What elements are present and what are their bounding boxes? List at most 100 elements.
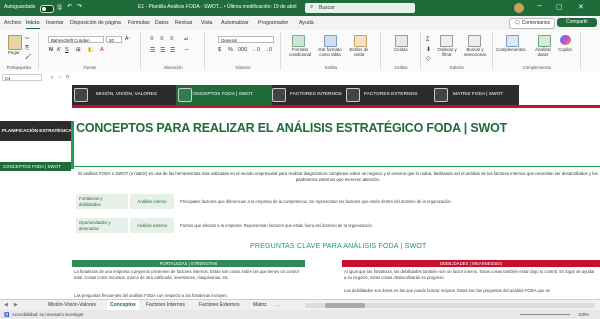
find-select-icon[interactable] [468,35,481,47]
minimize-icon[interactable]: ─ [537,3,542,10]
addins-label[interactable]: Complementos [496,47,526,52]
sort-filter-label[interactable]: Ordenar y filtrar [435,47,459,57]
italic-icon[interactable]: K [57,47,61,53]
menu-archivo[interactable]: Archivo [4,20,21,26]
wrap-text-icon[interactable]: ↵ [184,36,189,43]
align-left-icon[interactable]: ☰ [150,47,155,54]
cells-icon[interactable] [395,35,408,47]
currency-icon[interactable]: $ [218,47,221,53]
merge-icon[interactable]: ⇔ [184,47,190,53]
save-icon[interactable]: 🖫 [57,3,62,13]
underline-icon[interactable]: S [65,47,69,53]
menu-disposicion[interactable]: Disposición de página [70,20,121,26]
close-icon[interactable]: ✕ [578,3,584,11]
accessibility-icon[interactable]: ♿ [4,312,9,318]
weaknesses-text-2: Las debilidades son áreas en las que pue… [344,288,551,293]
weaknesses-header: DEBILIDADES | WEAKNESSES [342,260,600,267]
fill-color-icon[interactable]: ◧ [88,47,93,53]
paste-label[interactable]: Pegar [8,50,20,55]
font-color-icon[interactable]: A [100,47,104,53]
nav-red-underline [72,105,600,108]
menu-ayuda[interactable]: Ayuda [299,20,314,26]
copilot-label[interactable]: Copilot [558,47,572,52]
maximize-icon[interactable]: ▢ [556,3,563,11]
scrollbar-thumb[interactable] [325,303,365,308]
formula-enter-icon[interactable]: ✓ [58,75,62,81]
formula-cancel-icon[interactable]: ✕ [50,75,54,81]
font-name-select[interactable]: Bahnschrift Conden [48,36,104,43]
align-bottom-icon[interactable]: ≡ [170,36,174,42]
def-desc-internal: Principales factores que diferencian a l… [180,199,452,204]
menu-vista[interactable]: Vista [201,20,212,26]
thousands-icon[interactable]: 000 [238,47,247,53]
data-analysis-label[interactable]: Analizar datos [532,47,554,57]
add-sheet-icon[interactable]: … [275,302,280,308]
borders-icon[interactable]: ⊞ [76,47,81,53]
avatar[interactable] [514,3,524,13]
menu-programador[interactable]: Programador [258,20,288,26]
menu-datos[interactable]: Datos [155,20,169,26]
cells-label[interactable]: Celdas [394,47,408,52]
fx-label[interactable]: fx [66,74,69,79]
menu-inicio[interactable]: Inicio [26,20,40,29]
font-size-select[interactable]: 20 [106,36,122,43]
decimal-decrease-icon[interactable]: →0 [264,47,272,53]
number-format-select[interactable]: General [218,36,274,43]
search-box[interactable]: ⌕ Buscar [305,3,415,13]
worksheet[interactable]: MISIÓN, VISIÓN, VALORES CONCEPTOS FODA |… [0,83,600,299]
comments-button[interactable]: 🗨 Comentarios [509,18,555,29]
def-term-strengths: Fortalezas y debilidades [76,194,128,209]
nav-externos[interactable]: FACTORES EXTERNOS [364,85,444,105]
percent-icon[interactable]: % [228,47,233,53]
name-box[interactable]: C4 [2,74,42,81]
sort-filter-icon[interactable] [440,35,453,47]
undo-icon[interactable]: ↶ [67,3,72,10]
autosum-icon[interactable]: Σ [426,37,430,43]
align-top-icon[interactable]: ≡ [150,36,154,42]
conditional-format-label[interactable]: Formato condicional [286,47,314,57]
share-button[interactable]: Compartir [557,18,597,27]
fill-icon[interactable]: ⬇ [426,46,431,53]
tab-scroll-left-icon[interactable]: ◀ [4,302,8,308]
paste-icon[interactable] [8,35,22,50]
autosave-label: Autoguardado [4,4,36,10]
clear-icon[interactable]: ◇ [426,55,431,62]
data-analysis-icon[interactable] [538,35,551,47]
cell-styles-icon[interactable] [354,35,367,47]
copilot-icon[interactable] [560,35,571,45]
autosave-toggle[interactable] [40,5,54,13]
addins-icon[interactable] [506,35,519,47]
table-format-label[interactable]: Dar formato como tabla [315,47,345,57]
menu-automatizar[interactable]: Automatizar [221,20,249,26]
table-format-icon[interactable] [324,35,337,47]
align-right-icon[interactable]: ☰ [170,47,175,54]
redo-icon[interactable]: ↷ [77,3,82,10]
conditional-format-icon[interactable] [292,35,305,47]
accessibility-status[interactable]: Accesibilidad: es necesario investigar [12,312,83,317]
zoom-slider[interactable] [520,314,570,315]
comment-icon: 🗨 [513,20,521,26]
nav-mision[interactable]: MISIÓN, VISIÓN, VALORES [96,85,184,105]
bold-icon[interactable]: N [49,47,53,53]
menu-insertar[interactable]: Insertar [46,20,64,26]
align-center-icon[interactable]: ☰ [160,47,165,54]
editing-group-label: Edición [450,65,464,70]
nav-matriz[interactable]: MATRIZ FODA | SWOT [453,85,519,105]
copy-icon[interactable]: ⎘ [25,45,29,51]
cell-styles-label[interactable]: Estilos de celda [346,47,372,57]
menu-formulas[interactable]: Fórmulas [128,20,150,26]
zoom-level[interactable]: 100% [578,312,589,317]
cut-icon[interactable]: ✂ [25,36,29,42]
align-middle-icon[interactable]: ≡ [160,36,164,42]
alignment-group: ≡ ≡ ≡ ↵ ☰ ☰ ☰ ⇔ Alineación [142,32,205,70]
format-painter-icon[interactable]: 🖌 [25,54,31,60]
title-divider [74,166,600,167]
decimal-increase-icon[interactable]: ←0 [252,47,260,53]
horizontal-scrollbar[interactable] [305,303,595,308]
formula-input[interactable] [76,73,596,81]
grow-font-icon[interactable]: A⁺ [125,36,131,42]
tab-scroll-right-icon[interactable]: ▶ [14,302,18,308]
file-title[interactable]: E1 - Plantilla Análisis FODA - SWOT... •… [138,4,296,10]
find-select-label[interactable]: Buscar y seleccionar [459,47,491,57]
menu-revisar[interactable]: Revisar [175,20,193,26]
